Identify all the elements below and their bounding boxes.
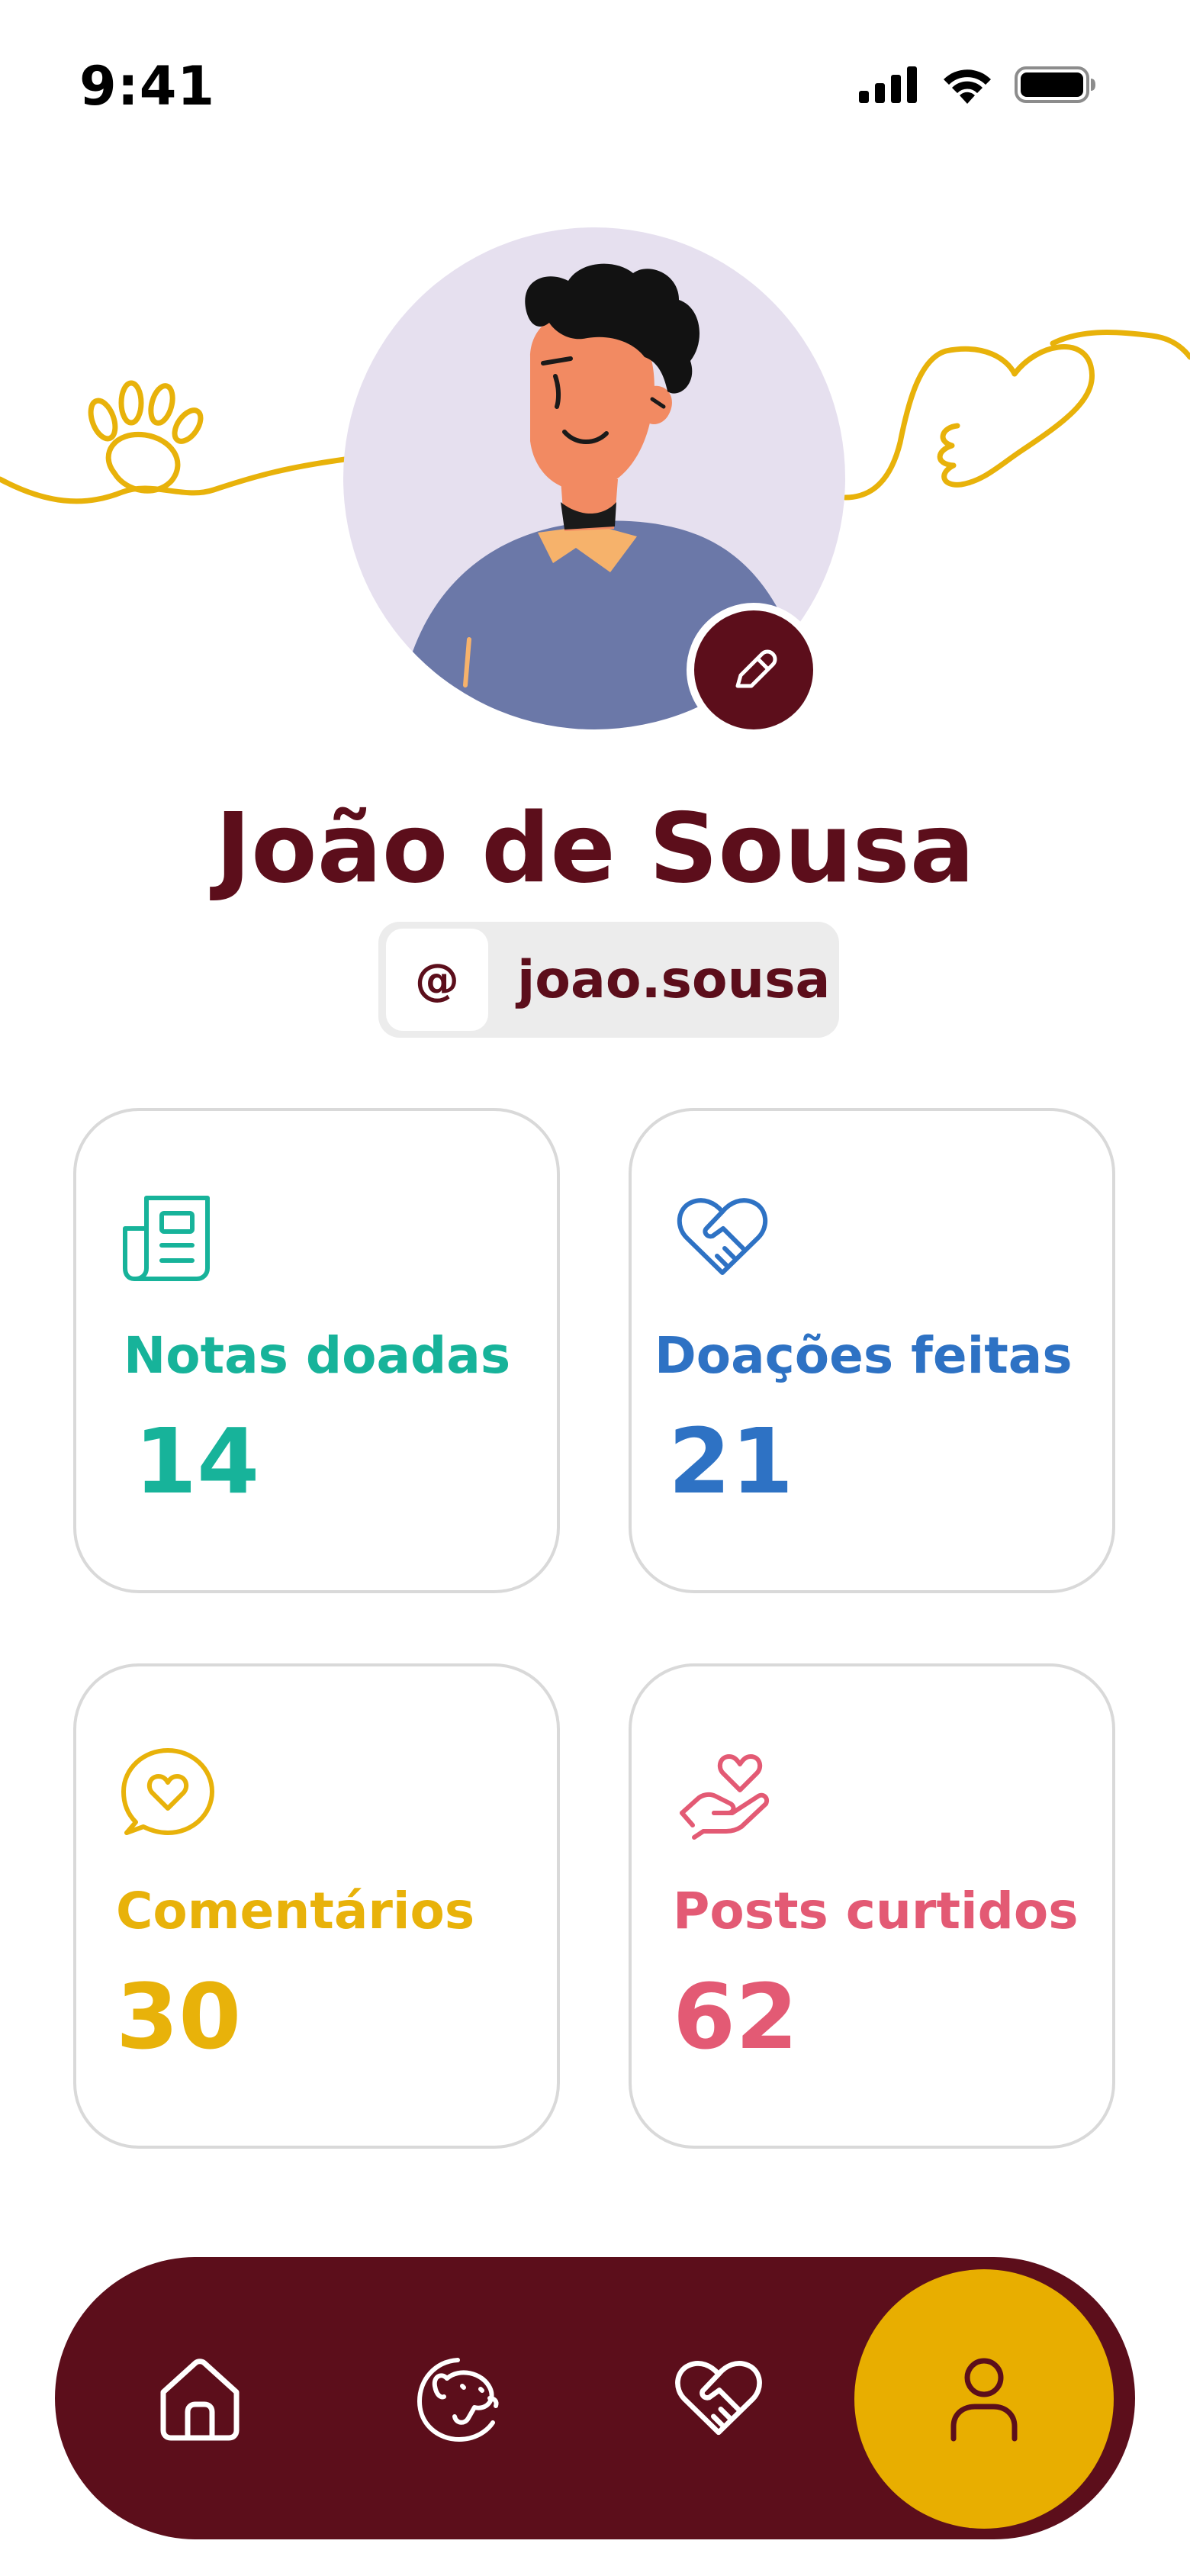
edit-avatar-button[interactable] <box>687 603 821 737</box>
hand-heart-icon <box>680 1754 769 1840</box>
pencil-icon <box>735 649 777 688</box>
wifi-icon <box>944 69 991 104</box>
pet-icon <box>417 2358 499 2442</box>
nav-pets[interactable] <box>391 2257 528 2539</box>
stat-card-notas-doadas[interactable]: Notas doadas 14 <box>73 1108 560 1593</box>
user-icon <box>950 2358 1018 2442</box>
at-symbol: @ <box>386 929 488 1031</box>
stat-card-comentarios[interactable]: Comentários 30 <box>73 1663 560 2149</box>
stat-value: 14 <box>134 1409 260 1514</box>
nav-home[interactable] <box>131 2257 269 2539</box>
stat-label: Posts curtidos <box>673 1882 1079 1940</box>
stat-label: Doações feitas <box>654 1326 1073 1385</box>
heart-handshake-icon <box>677 1198 767 1275</box>
stat-value: 21 <box>668 1409 794 1514</box>
stat-value: 62 <box>673 1964 799 2069</box>
receipt-icon <box>123 1196 210 1281</box>
stat-label: Comentários <box>116 1882 475 1940</box>
stat-card-doacoes-feitas[interactable]: Doações feitas 21 <box>629 1108 1115 1593</box>
nav-profile[interactable] <box>854 2269 1114 2529</box>
heart-chat-icon <box>121 1748 214 1835</box>
username-text: joao.sousa <box>517 949 831 1010</box>
status-icons <box>859 66 1097 104</box>
bottom-nav <box>55 2257 1135 2539</box>
home-icon <box>160 2359 240 2441</box>
nav-donations[interactable] <box>650 2257 787 2539</box>
username-badge: @ joao.sousa <box>378 922 839 1038</box>
stat-value: 30 <box>116 1964 242 2069</box>
heart-handshake-icon <box>675 2361 762 2436</box>
stat-label: Notas doadas <box>124 1326 511 1385</box>
battery-icon <box>1015 66 1095 103</box>
status-bar: 9:41 <box>0 0 1190 179</box>
paw-doodle-icon <box>88 380 204 494</box>
cellular-signal-icon <box>859 66 917 103</box>
profile-name: João de Sousa <box>215 792 975 904</box>
status-time: 9:41 <box>79 55 216 118</box>
stat-card-posts-curtidos[interactable]: Posts curtidos 62 <box>629 1663 1115 2149</box>
